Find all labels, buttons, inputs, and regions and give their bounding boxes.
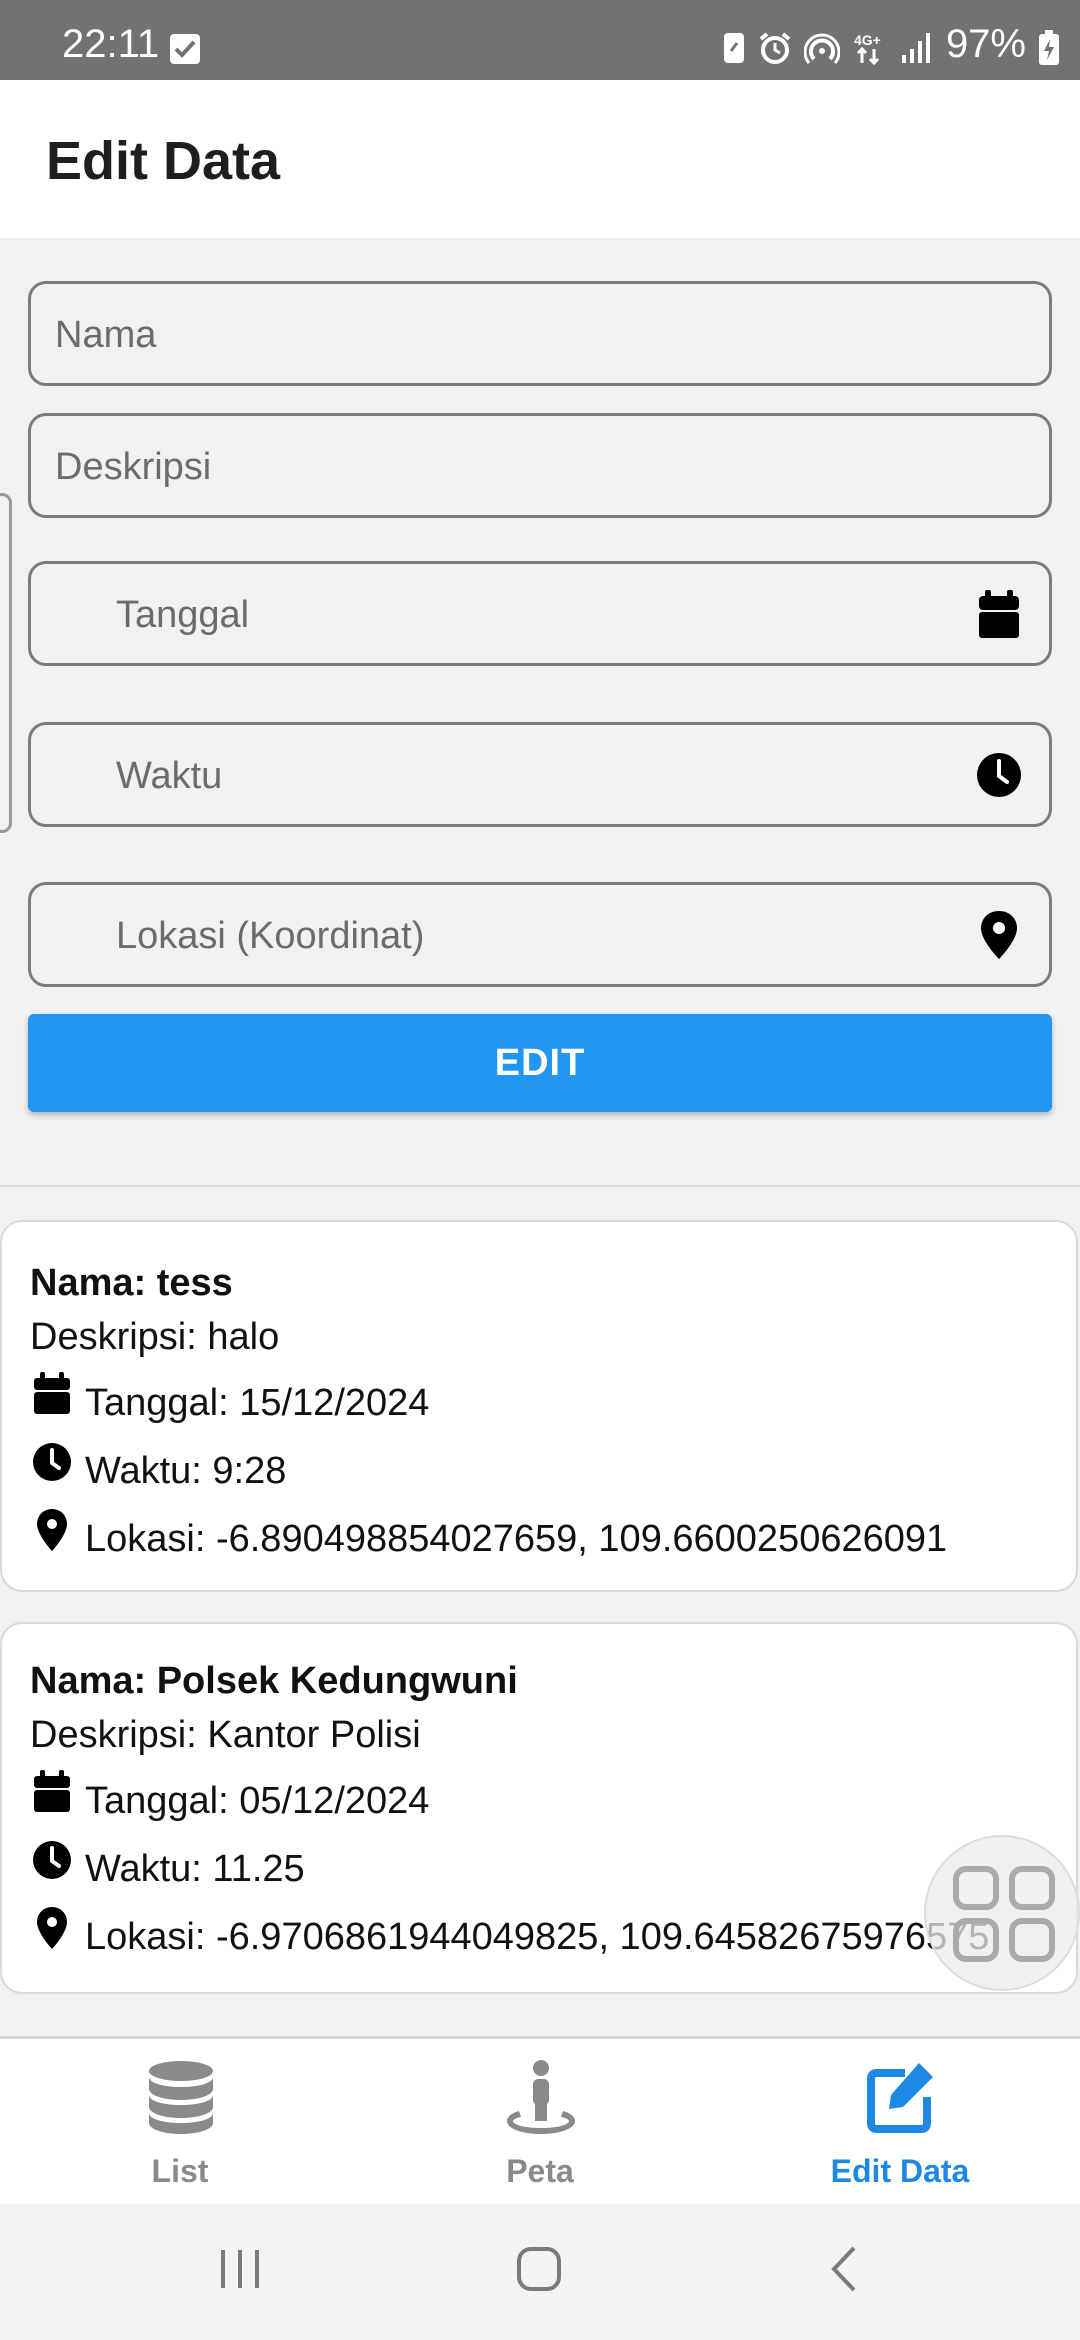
- clock-icon: [33, 1841, 71, 1879]
- list-item[interactable]: Nama: Polsek Kedungwuni Deskripsi: Kanto…: [0, 1622, 1078, 1994]
- floating-apps-button[interactable]: [924, 1835, 1080, 1991]
- svg-text:4G+: 4G+: [854, 32, 881, 48]
- waktu-placeholder: Waktu: [116, 755, 223, 797]
- lokasi-placeholder: Lokasi (Koordinat): [116, 915, 425, 957]
- database-icon: [149, 2061, 213, 2134]
- clock-icon: [33, 1443, 71, 1481]
- item-deskripsi: Deskripsi: halo: [30, 1316, 280, 1358]
- home-icon[interactable]: [514, 2244, 564, 2294]
- lokasi-input[interactable]: Lokasi (Koordinat): [28, 882, 1052, 987]
- list-item[interactable]: Nama: tess Deskripsi: halo Tanggal: 15/1…: [0, 1220, 1078, 1592]
- bottom-navigation: List Peta Edit Data: [0, 2036, 1080, 2204]
- edit-icon: [867, 2063, 933, 2133]
- recent-apps-icon[interactable]: [215, 2244, 265, 2294]
- battery-charging-icon: [1039, 29, 1059, 65]
- apps-grid-icon: [953, 1866, 1055, 1962]
- nav-item-peta[interactable]: Peta: [360, 2039, 720, 2207]
- divider: [0, 1185, 1080, 1187]
- system-navigation-bar: [0, 2204, 1080, 2340]
- item-waktu: Waktu: 9:28: [85, 1450, 287, 1492]
- app-bar: Edit Data: [0, 80, 1080, 238]
- calendar-icon[interactable]: [975, 588, 1023, 640]
- nav-item-list[interactable]: List: [0, 2039, 360, 2207]
- nav-label-peta: Peta: [506, 2153, 574, 2189]
- tanggal-input[interactable]: Tanggal: [28, 561, 1052, 666]
- network-4g-icon: 4G+: [854, 32, 881, 65]
- tanggal-placeholder: Tanggal: [116, 594, 250, 636]
- status-time: 22:11: [62, 22, 160, 66]
- deskripsi-placeholder: Deskripsi: [55, 446, 212, 488]
- item-waktu: Waktu: 11.25: [85, 1848, 305, 1890]
- signal-icon: [901, 32, 930, 63]
- status-icons: 4G+ 97%: [722, 22, 1060, 67]
- item-tanggal: Tanggal: 05/12/2024: [85, 1780, 430, 1822]
- waktu-input[interactable]: Waktu: [28, 722, 1052, 827]
- item-lokasi: Lokasi: -6.9706861944049825, 109.6458267…: [85, 1916, 990, 1958]
- nav-label-list: List: [151, 2153, 209, 2189]
- hotspot-icon: [803, 33, 840, 64]
- person-location-icon: [507, 2060, 575, 2134]
- back-icon[interactable]: [820, 2244, 870, 2294]
- battery-percent: 97%: [945, 22, 1026, 66]
- item-tanggal: Tanggal: 15/12/2024: [85, 1382, 430, 1424]
- location-pin-icon: [37, 1907, 67, 1949]
- item-deskripsi: Deskripsi: Kantor Polisi: [30, 1714, 421, 1756]
- side-panel-edge[interactable]: [0, 493, 12, 833]
- checkbox-notification-icon: [170, 34, 200, 64]
- nama-placeholder: Nama: [55, 314, 157, 356]
- page-title: Edit Data: [46, 131, 281, 191]
- deskripsi-input[interactable]: Deskripsi: [28, 413, 1052, 518]
- item-nama: Nama: Polsek Kedungwuni: [30, 1660, 518, 1702]
- item-nama: Nama: tess: [30, 1262, 233, 1304]
- status-bar: 22:11 4G+ 97%: [0, 0, 1080, 80]
- nav-label-edit-data: Edit Data: [830, 2153, 970, 2189]
- nama-input[interactable]: Nama: [28, 281, 1052, 386]
- battery-saver-icon: [723, 32, 744, 63]
- clock-icon[interactable]: [975, 749, 1023, 801]
- calendar-icon: [34, 1372, 70, 1414]
- location-pin-icon[interactable]: [975, 909, 1023, 961]
- edit-button[interactable]: EDIT: [28, 1014, 1052, 1112]
- nav-item-edit-data[interactable]: Edit Data: [720, 2039, 1080, 2207]
- item-lokasi: Lokasi: -6.890498854027659, 109.66002506…: [85, 1518, 948, 1560]
- calendar-icon: [34, 1770, 70, 1812]
- location-pin-icon: [37, 1509, 67, 1551]
- alarm-icon: [759, 31, 791, 64]
